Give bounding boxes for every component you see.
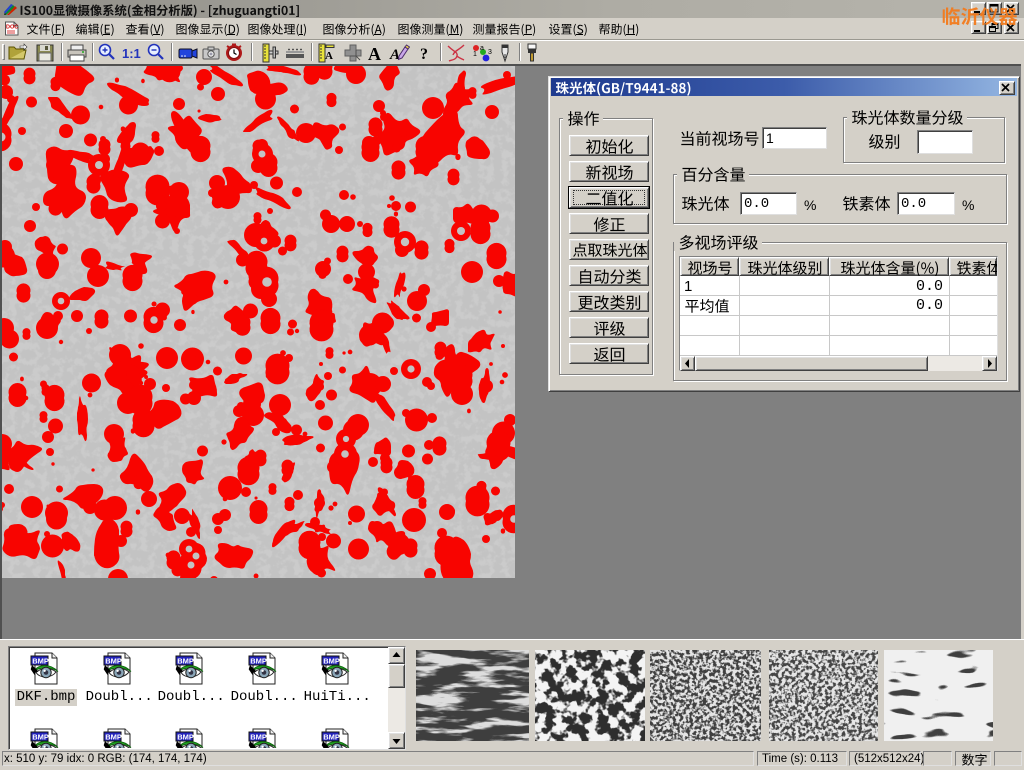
svg-text:BMP: BMP bbox=[250, 733, 267, 742]
svg-text:A: A bbox=[368, 44, 381, 64]
svg-text:A: A bbox=[389, 47, 400, 63]
svg-text:BMP: BMP bbox=[323, 657, 340, 666]
svg-text:BMP: BMP bbox=[177, 733, 194, 742]
svg-text:BMP: BMP bbox=[323, 733, 340, 742]
svg-text:a: a bbox=[480, 45, 484, 52]
svg-text:BMP: BMP bbox=[177, 657, 194, 666]
svg-text:BMP: BMP bbox=[32, 733, 49, 742]
svg-text:3: 3 bbox=[488, 49, 492, 56]
svg-text:BMP: BMP bbox=[105, 733, 122, 742]
svg-text:BMP: BMP bbox=[105, 657, 122, 666]
svg-text:DOC: DOC bbox=[6, 25, 18, 31]
svg-text:BMP: BMP bbox=[32, 657, 49, 666]
svg-text:BMP: BMP bbox=[250, 657, 267, 666]
svg-text:1:1: 1:1 bbox=[122, 46, 141, 61]
svg-text:1: 1 bbox=[473, 51, 477, 58]
svg-text:?: ? bbox=[420, 46, 428, 63]
svg-text:A: A bbox=[325, 50, 333, 62]
